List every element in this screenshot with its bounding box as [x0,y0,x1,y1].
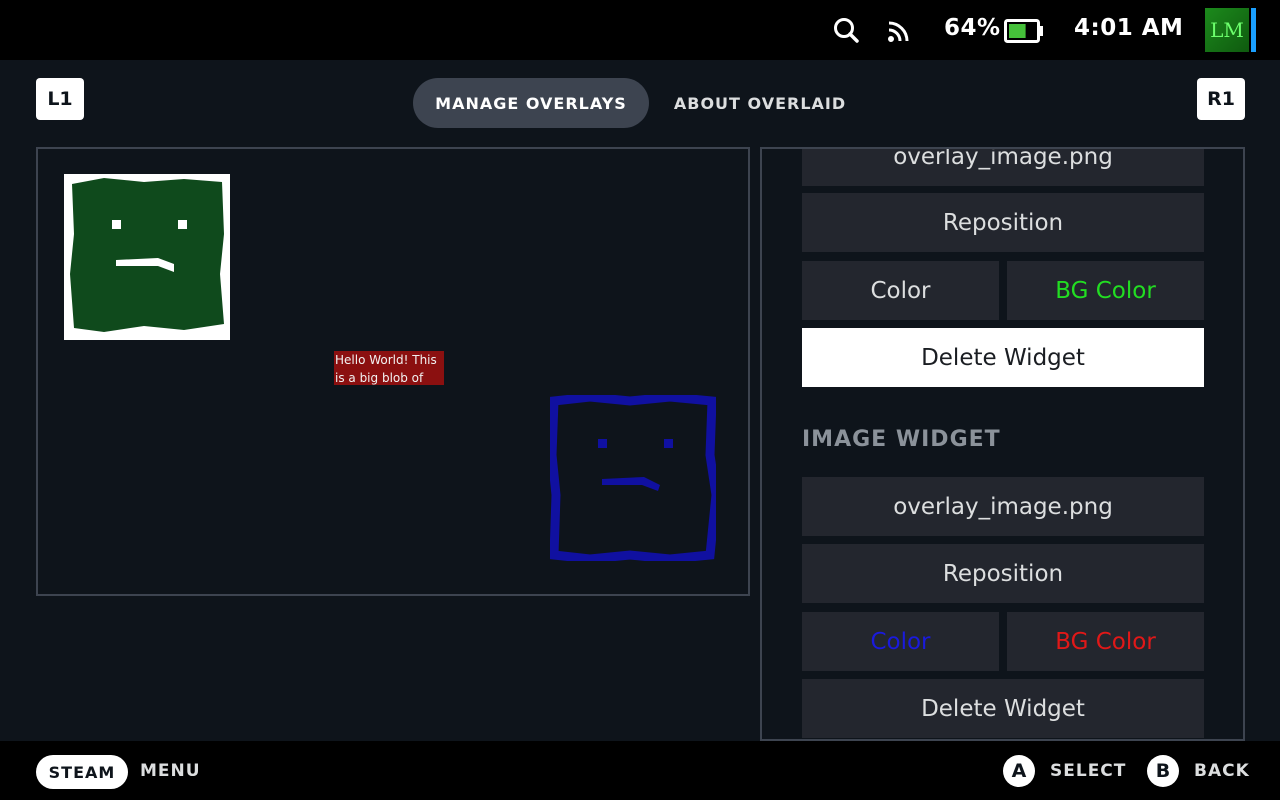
battery-icon [1004,19,1043,43]
text-widget: Hello World! This is a big blob of [334,351,444,385]
battery-percent: 64% [944,15,1001,41]
delete-widget-button[interactable]: Delete Widget [802,679,1204,738]
clock: 4:01 AM [1074,15,1184,41]
widget-settings-panel[interactable]: overlay_image.png Reposition Color BG Co… [760,147,1245,741]
select-label: SELECT [1050,761,1127,781]
status-bar: 64% 4:01 AM LM [0,0,1280,60]
search-icon[interactable] [832,16,860,44]
green-face-image-widget [64,174,230,340]
avatar[interactable]: LM [1205,8,1249,52]
bg-color-button[interactable]: BG Color [1007,612,1204,671]
blue-face-image-widget [550,395,716,561]
back-label: BACK [1194,761,1250,781]
tab-manage-overlays[interactable]: MANAGE OVERLAYS [413,78,649,128]
steam-button[interactable]: STEAM [36,755,128,789]
image-widget-heading: IMAGE WIDGET [802,427,1001,452]
delete-widget-button[interactable]: Delete Widget [802,328,1204,387]
tab-about-overlaid[interactable]: ABOUT OVERLAID [660,78,860,128]
a-button-icon[interactable]: A [1003,755,1035,787]
l1-button-hint[interactable]: L1 [36,78,84,120]
color-button[interactable]: Color [802,612,999,671]
footer-bar: STEAM MENU A SELECT B BACK [0,741,1280,800]
b-button-icon[interactable]: B [1147,755,1179,787]
filename-button[interactable]: overlay_image.png [802,477,1204,536]
online-indicator [1251,8,1256,52]
filename-button[interactable]: overlay_image.png [802,149,1204,186]
r1-button-hint[interactable]: R1 [1197,78,1245,120]
reposition-button[interactable]: Reposition [802,193,1204,252]
wifi-icon [888,21,909,42]
color-button[interactable]: Color [802,261,999,320]
menu-label: MENU [140,761,201,781]
overlay-preview: Hello World! This is a big blob of [36,147,750,596]
bg-color-button[interactable]: BG Color [1007,261,1204,320]
reposition-button[interactable]: Reposition [802,544,1204,603]
